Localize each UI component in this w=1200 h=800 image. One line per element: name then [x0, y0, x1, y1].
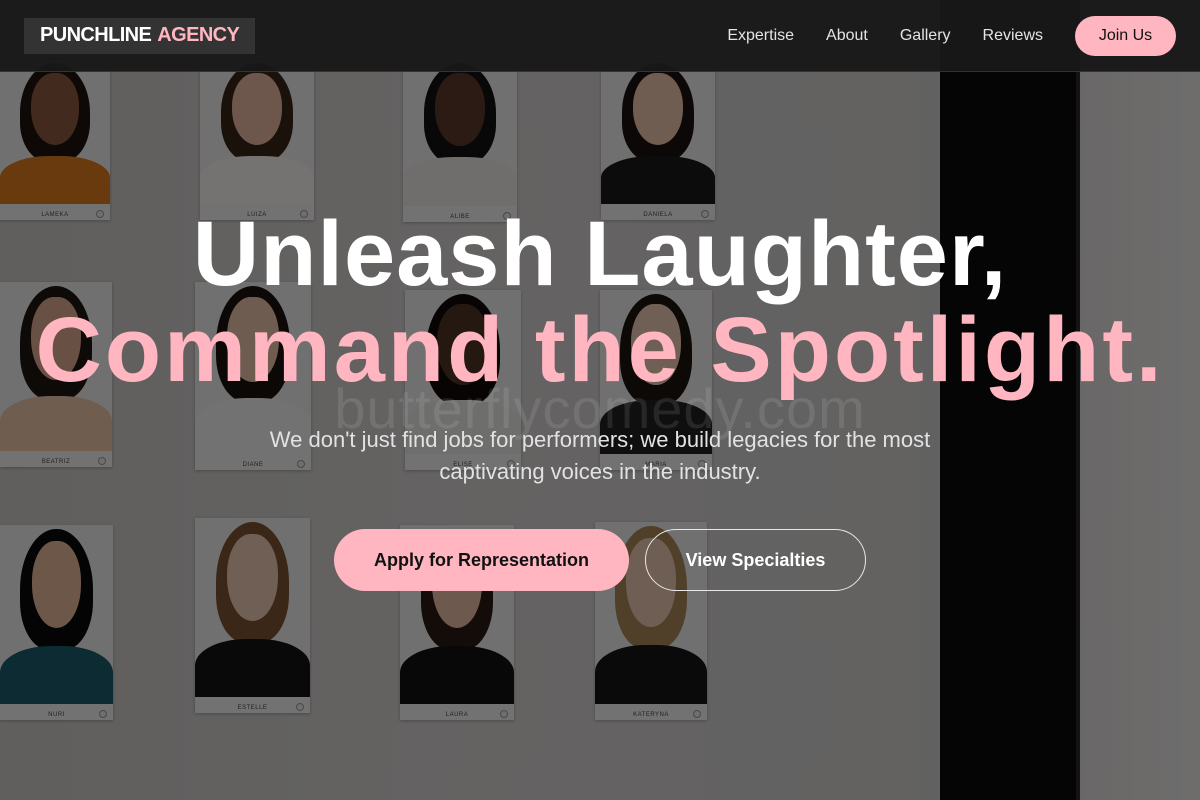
- brand-accent-word: AGENCY: [157, 24, 240, 46]
- nav-link-reviews[interactable]: Reviews: [983, 27, 1043, 45]
- top-navbar: PUNCHLINE AGENCY Expertise About Gallery…: [0, 0, 1200, 72]
- brand-name: PUNCHLINE: [40, 24, 152, 46]
- hero-headline: Unleash Laughter, Command the Spotlight.: [0, 206, 1200, 398]
- nav-link-expertise[interactable]: Expertise: [727, 27, 794, 45]
- apply-for-representation-button[interactable]: Apply for Representation: [334, 529, 629, 591]
- hero-subtitle: We don't just find jobs for performers; …: [269, 427, 931, 484]
- nav-link-about[interactable]: About: [826, 27, 868, 45]
- view-specialties-button[interactable]: View Specialties: [645, 529, 866, 591]
- nav-links: Expertise About Gallery Reviews Join Us: [727, 15, 1176, 56]
- hero-headline-line1: Unleash Laughter,: [192, 203, 1008, 305]
- brand-logo[interactable]: PUNCHLINE AGENCY: [24, 17, 256, 54]
- hero-cta-row: Apply for Representation View Specialtie…: [0, 529, 1200, 591]
- join-us-button[interactable]: Join Us: [1075, 15, 1176, 56]
- nav-link-gallery[interactable]: Gallery: [900, 27, 951, 45]
